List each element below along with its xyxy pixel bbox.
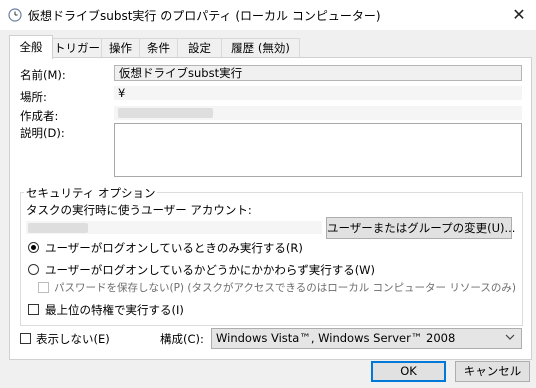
close-icon[interactable]: ✕ bbox=[508, 4, 530, 26]
change-user-button[interactable]: ユーザーまたはグループの変更(U)... bbox=[326, 217, 515, 239]
hidden-label[interactable]: 表示しない(E) bbox=[36, 331, 110, 347]
radio-whether-logged-on[interactable] bbox=[28, 264, 39, 275]
author-field bbox=[114, 106, 522, 120]
highest-privileges-label[interactable]: 最上位の特権で実行する(I) bbox=[45, 302, 184, 318]
configure-label: 構成(C): bbox=[160, 332, 204, 346]
author-label: 作成者: bbox=[20, 109, 59, 123]
radio-selected-dot bbox=[31, 245, 36, 250]
chevron-down-icon bbox=[505, 331, 515, 351]
tab-history[interactable]: 履歴 (無効) bbox=[221, 38, 300, 58]
title-bar: 仮想ドライブsubst実行 のプロパティ (ローカル コンピューター) ✕ bbox=[0, 0, 536, 30]
description-label: 説明(D): bbox=[20, 126, 65, 140]
clock-icon bbox=[8, 8, 22, 22]
account-field bbox=[26, 221, 322, 234]
description-textarea[interactable] bbox=[114, 123, 522, 177]
no-store-password-label: パスワードを保存しない(P) (タスクがアクセスできるのはローカル コンピュータ… bbox=[54, 282, 516, 294]
tab-general[interactable]: 全般 bbox=[9, 35, 53, 59]
tab-conditions[interactable]: 条件 bbox=[139, 38, 178, 58]
account-redacted bbox=[28, 223, 88, 233]
hidden-checkbox[interactable] bbox=[20, 333, 31, 344]
radio-whether-label[interactable]: ユーザーがログオンしているかどうかにかかわらず実行する(W) bbox=[45, 262, 375, 278]
general-panel: 名前(M): 仮想ドライブsubst実行 場所: ¥ 作成者: 説明(D): セ… bbox=[9, 57, 532, 360]
location-field: ¥ bbox=[114, 86, 522, 100]
cancel-button[interactable]: キャンセル bbox=[455, 361, 530, 382]
radio-logged-on[interactable] bbox=[28, 242, 39, 253]
location-label: 場所: bbox=[20, 90, 47, 104]
security-group-title: セキュリティ オプション bbox=[24, 185, 158, 201]
window-title: 仮想ドライブsubst実行 のプロパティ (ローカル コンピューター) bbox=[28, 9, 381, 23]
no-store-password-checkbox[interactable] bbox=[38, 282, 49, 293]
tab-settings[interactable]: 設定 bbox=[177, 38, 222, 58]
tab-triggers[interactable]: トリガー bbox=[52, 38, 102, 58]
name-field[interactable]: 仮想ドライブsubst実行 bbox=[114, 65, 522, 81]
configure-dropdown[interactable]: Windows Vista™, Windows Server™ 2008 bbox=[211, 328, 522, 349]
author-redacted bbox=[118, 108, 213, 118]
location-value: ¥ bbox=[118, 86, 126, 100]
properties-dialog: 仮想ドライブsubst実行 のプロパティ (ローカル コンピューター) ✕ 全般… bbox=[0, 0, 536, 388]
tab-actions[interactable]: 操作 bbox=[101, 38, 140, 58]
configure-value: Windows Vista™, Windows Server™ 2008 bbox=[216, 331, 456, 345]
radio-logged-on-label[interactable]: ユーザーがログオンしているときのみ実行する(R) bbox=[45, 240, 303, 256]
name-label: 名前(M): bbox=[20, 68, 66, 82]
ok-button[interactable]: OK bbox=[371, 361, 446, 382]
account-prompt: タスクの実行時に使うユーザー アカウント: bbox=[26, 203, 252, 217]
highest-privileges-checkbox[interactable] bbox=[28, 304, 39, 315]
